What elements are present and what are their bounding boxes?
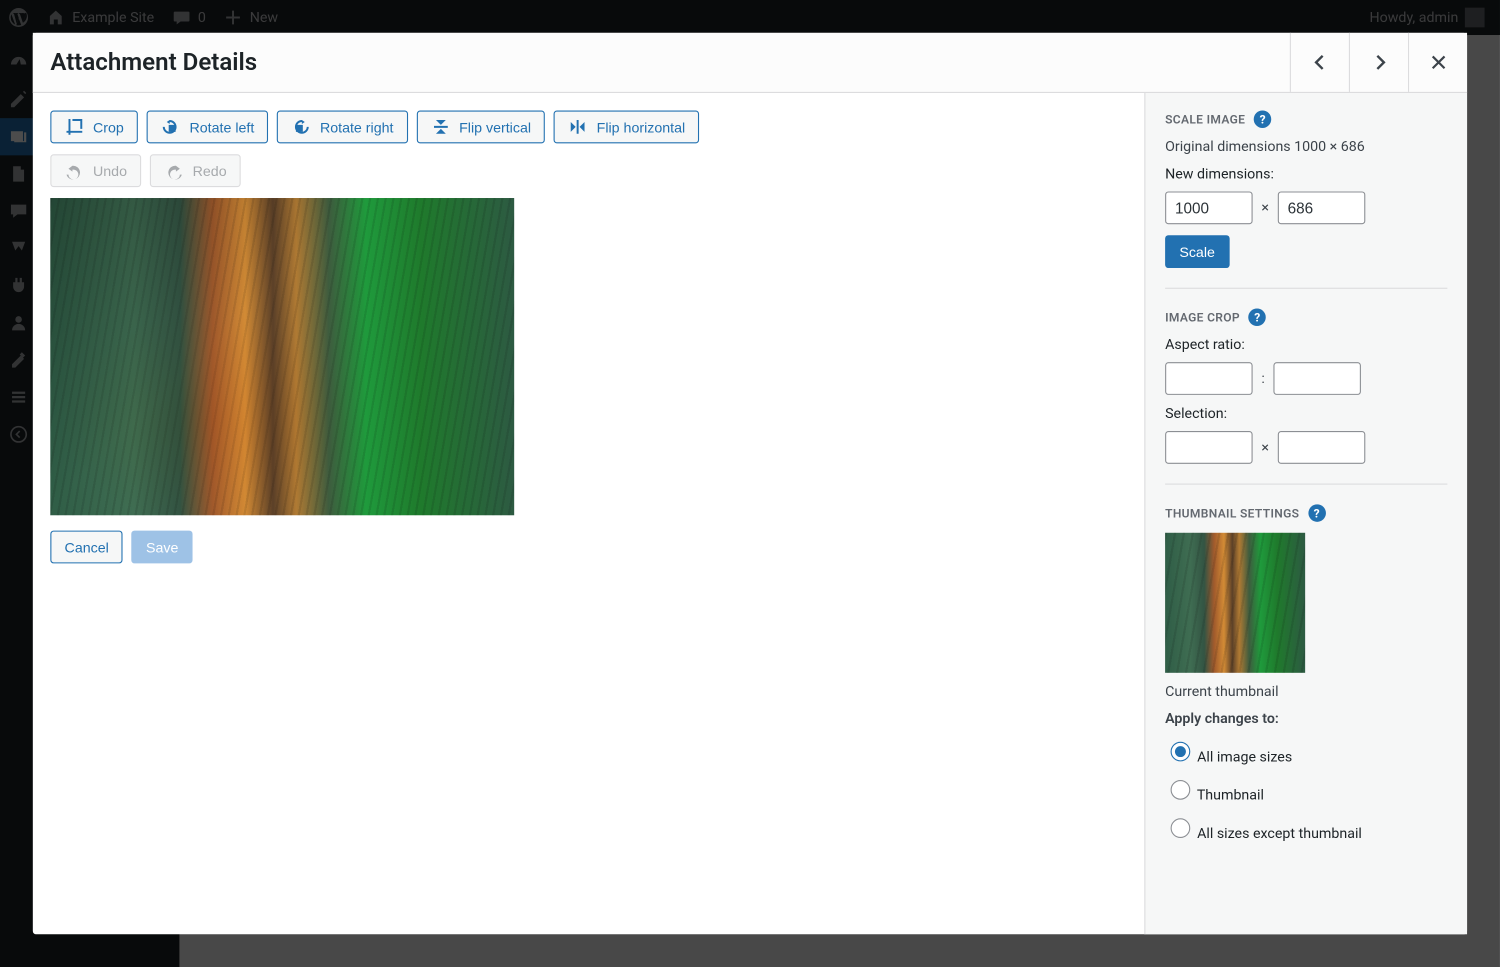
next-button[interactable]: [1349, 33, 1408, 92]
menu-plugins-icon[interactable]: [0, 267, 37, 304]
flip-horizontal-label: Flip horizontal: [597, 119, 686, 135]
scale-image-group: Scale Image ? Original dimensions 1000 ×…: [1165, 110, 1447, 268]
scale-height-input[interactable]: [1278, 191, 1366, 224]
undo-button: Undo: [50, 154, 141, 187]
flip-vertical-icon: [431, 117, 451, 137]
thumbnail-heading: Thumbnail Settings: [1165, 506, 1299, 520]
radio-all-sizes[interactable]: All image sizes: [1165, 738, 1447, 765]
current-thumbnail: [1165, 533, 1305, 673]
editor-pane: Crop Rotate left Rotate right Flip verti…: [33, 93, 1145, 934]
wp-logo[interactable]: [0, 0, 37, 35]
times-separator: ×: [1261, 200, 1269, 216]
close-button[interactable]: [1408, 33, 1467, 92]
comments-link[interactable]: 0: [163, 0, 215, 35]
menu-appearance-icon[interactable]: [0, 230, 37, 267]
menu-users-icon[interactable]: [0, 304, 37, 341]
comments-count: 0: [198, 9, 206, 25]
admin-bar: Example Site 0 New Howdy, admin: [0, 0, 1500, 35]
admin-menu: [0, 35, 37, 967]
flip-vertical-button[interactable]: Flip vertical: [416, 110, 545, 143]
menu-tools-icon[interactable]: [0, 341, 37, 378]
aspect-ratio-label: Aspect ratio:: [1165, 337, 1447, 353]
current-thumbnail-caption: Current thumbnail: [1165, 684, 1447, 700]
menu-media-icon[interactable]: [0, 118, 37, 155]
chevron-left-icon: [1309, 51, 1331, 73]
scale-button[interactable]: Scale: [1165, 235, 1229, 268]
redo-label: Redo: [193, 162, 227, 178]
crop-button[interactable]: Crop: [50, 110, 138, 143]
thumbnail-settings-group: Thumbnail Settings ? Current thumbnail A…: [1165, 504, 1447, 842]
attachment-details-modal: Attachment Details Crop: [33, 33, 1467, 934]
scale-button-label: Scale: [1179, 243, 1215, 259]
settings-pane: Scale Image ? Original dimensions 1000 ×…: [1144, 93, 1467, 934]
close-icon: [1428, 53, 1448, 73]
radio-all-sizes-input[interactable]: [1171, 742, 1191, 762]
edit-image-canvas[interactable]: [50, 198, 514, 515]
howdy-text: Howdy, admin: [1369, 9, 1458, 25]
radio-except-thumbnail-label: All sizes except thumbnail: [1197, 826, 1362, 842]
menu-settings-icon[interactable]: [0, 379, 37, 416]
original-dimensions: Original dimensions 1000 × 686: [1165, 139, 1447, 155]
modal-header: Attachment Details: [33, 33, 1467, 93]
radio-thumbnail-label: Thumbnail: [1197, 788, 1264, 804]
scale-heading: Scale Image: [1165, 112, 1245, 126]
apply-changes-legend: Apply changes to:: [1165, 711, 1447, 727]
redo-button: Redo: [150, 154, 241, 187]
aspect-separator: :: [1261, 370, 1264, 386]
radio-except-thumbnail-input[interactable]: [1171, 818, 1191, 838]
chevron-right-icon: [1368, 51, 1390, 73]
rotate-left-label: Rotate left: [189, 119, 254, 135]
rotate-left-button[interactable]: Rotate left: [147, 110, 269, 143]
rotate-left-icon: [161, 117, 181, 137]
cancel-label: Cancel: [65, 539, 109, 555]
modal-title: Attachment Details: [50, 49, 257, 76]
flip-horizontal-icon: [568, 117, 588, 137]
flip-horizontal-button[interactable]: Flip horizontal: [554, 110, 699, 143]
menu-posts-icon[interactable]: [0, 81, 37, 118]
site-name: Example Site: [72, 9, 154, 25]
howdy-link[interactable]: Howdy, admin: [1361, 0, 1494, 35]
rotate-right-button[interactable]: Rotate right: [277, 110, 407, 143]
radio-except-thumbnail[interactable]: All sizes except thumbnail: [1165, 815, 1447, 842]
save-label: Save: [146, 539, 178, 555]
menu-collapse-icon[interactable]: [0, 416, 37, 453]
rotate-right-label: Rotate right: [320, 119, 394, 135]
selection-separator: ×: [1261, 439, 1269, 455]
cancel-button[interactable]: Cancel: [50, 531, 123, 564]
new-label: New: [250, 9, 278, 25]
scale-width-input[interactable]: [1165, 191, 1253, 224]
flip-vertical-label: Flip vertical: [459, 119, 531, 135]
redo-icon: [164, 161, 184, 181]
save-button: Save: [132, 531, 193, 564]
rotate-right-icon: [291, 117, 311, 137]
crop-heading: Image Crop: [1165, 310, 1240, 324]
help-icon[interactable]: ?: [1254, 110, 1272, 128]
menu-pages-icon[interactable]: [0, 155, 37, 192]
undo-icon: [65, 161, 85, 181]
divider: [1165, 484, 1447, 485]
help-icon[interactable]: ?: [1308, 504, 1326, 522]
menu-comments-icon[interactable]: [0, 193, 37, 230]
prev-button[interactable]: [1290, 33, 1349, 92]
crop-icon: [65, 117, 85, 137]
crop-label: Crop: [93, 119, 124, 135]
selection-height-input[interactable]: [1278, 431, 1366, 464]
divider: [1165, 288, 1447, 289]
aspect-width-input[interactable]: [1165, 362, 1253, 395]
site-link[interactable]: Example Site: [37, 0, 163, 35]
help-icon[interactable]: ?: [1249, 309, 1267, 327]
image-crop-group: Image Crop ? Aspect ratio: : Selection: …: [1165, 309, 1447, 464]
avatar-icon: [1465, 8, 1485, 28]
radio-thumbnail[interactable]: Thumbnail: [1165, 777, 1447, 804]
menu-dashboard-icon[interactable]: [0, 44, 37, 81]
undo-label: Undo: [93, 162, 127, 178]
aspect-height-input[interactable]: [1274, 362, 1362, 395]
selection-width-input[interactable]: [1165, 431, 1253, 464]
radio-all-sizes-label: All image sizes: [1197, 749, 1292, 765]
new-dimensions-label: New dimensions:: [1165, 166, 1447, 182]
new-link[interactable]: New: [215, 0, 287, 35]
radio-thumbnail-input[interactable]: [1171, 780, 1191, 800]
selection-label: Selection:: [1165, 406, 1447, 422]
